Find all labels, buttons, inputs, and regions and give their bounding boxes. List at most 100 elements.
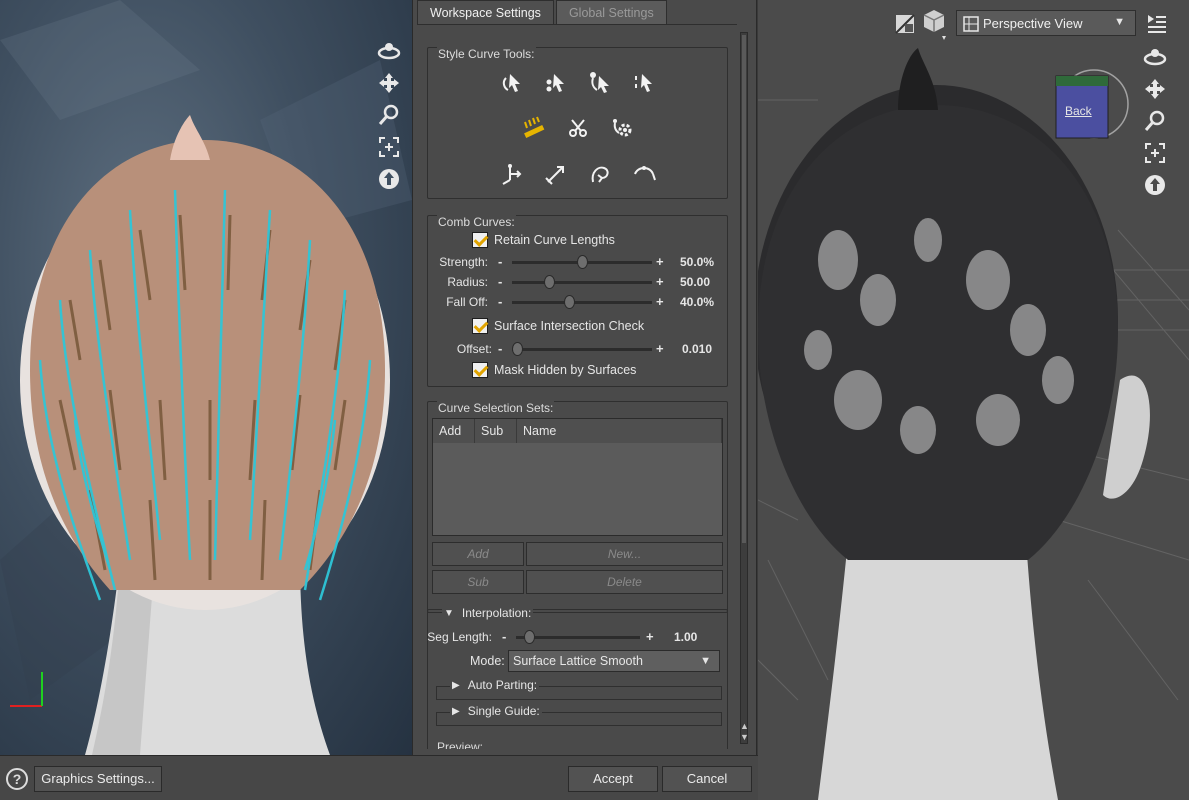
reset-view-icon[interactable] <box>1142 172 1168 198</box>
left-viewport[interactable] <box>0 0 412 755</box>
right-viewport[interactable]: Back Perspective View ▼ <box>758 0 1189 800</box>
move-point-icon[interactable] <box>498 160 526 188</box>
strength-knob[interactable] <box>576 255 588 269</box>
tab-workspace-settings[interactable]: Workspace Settings <box>417 0 554 24</box>
falloff-slider-row: Fall Off: - + 40.0% <box>428 293 729 311</box>
mask-hidden-checkbox[interactable] <box>472 362 488 378</box>
expand-arrow-icon: ▶ <box>452 705 460 717</box>
selection-sets-title: Curve Selection Sets: <box>437 401 555 415</box>
select-tip-icon[interactable] <box>630 68 658 96</box>
offset-decrease[interactable]: - <box>498 341 502 356</box>
seg-length-knob[interactable] <box>523 630 535 644</box>
seg-length-decrease[interactable]: - <box>502 629 506 644</box>
single-guide-header[interactable]: ▶ Single Guide: <box>450 704 542 718</box>
falloff-track[interactable] <box>512 301 652 304</box>
orbit-icon[interactable] <box>376 38 402 64</box>
pan-icon[interactable] <box>1142 76 1168 102</box>
gear-settings-icon[interactable] <box>608 114 636 142</box>
view-cube-face[interactable]: Back <box>1065 104 1092 118</box>
col-sub[interactable]: Sub <box>475 419 517 443</box>
select-root-icon[interactable] <box>586 68 614 96</box>
frame-icon[interactable] <box>1142 140 1168 166</box>
frame-icon[interactable] <box>376 134 402 160</box>
seg-length-increase[interactable]: + <box>646 629 654 644</box>
surface-check-label: Surface Intersection Check <box>494 319 645 333</box>
mode-value: Surface Lattice Smooth <box>513 654 643 668</box>
falloff-decrease[interactable]: - <box>498 294 502 309</box>
curl-icon[interactable] <box>586 160 614 188</box>
delete-set-button[interactable]: Delete <box>526 570 723 594</box>
graphics-settings-button[interactable]: Graphics Settings... <box>34 766 162 792</box>
select-point-icon[interactable] <box>542 68 570 96</box>
view-mode-label: Perspective View <box>983 15 1083 31</box>
interpolation-header[interactable]: ▼ Interpolation: <box>442 606 534 620</box>
add-set-button[interactable]: Add <box>432 542 524 566</box>
sub-set-button[interactable]: Sub <box>432 570 524 594</box>
view-mode-select[interactable]: Perspective View ▼ <box>956 10 1136 36</box>
chevron-down-icon: ▼ <box>700 655 711 667</box>
reset-view-icon[interactable] <box>376 166 402 192</box>
extend-icon[interactable] <box>542 160 570 188</box>
offset-track[interactable] <box>512 348 652 351</box>
radius-knob[interactable] <box>544 275 556 289</box>
hair-preview-left <box>0 0 412 755</box>
radius-track[interactable] <box>512 281 652 284</box>
orbit-icon[interactable] <box>1142 44 1168 70</box>
cancel-button[interactable]: Cancel <box>662 766 752 792</box>
pan-icon[interactable] <box>376 70 402 96</box>
zoom-icon[interactable] <box>376 102 402 128</box>
mask-hidden-label: Mask Hidden by Surfaces <box>494 363 637 377</box>
zoom-icon[interactable] <box>1142 108 1168 134</box>
offset-increase[interactable]: + <box>656 341 664 356</box>
mask-hidden-row[interactable]: Mask Hidden by Surfaces <box>472 362 636 378</box>
col-add[interactable]: Add <box>433 419 475 443</box>
retain-lengths-label: Retain Curve Lengths <box>494 233 615 247</box>
offset-slider-row: Offset: - + 0.010 <box>428 340 729 358</box>
radius-decrease[interactable]: - <box>498 274 502 289</box>
help-icon[interactable]: ? <box>6 768 28 790</box>
select-curve-icon[interactable] <box>498 68 526 96</box>
viewport-menu-icon[interactable] <box>1146 12 1168 37</box>
selection-sets-table[interactable]: Add Sub Name <box>432 418 723 536</box>
auto-parting-title: Auto Parting: <box>467 678 538 692</box>
dialog-button-bar: ? Graphics Settings... Accept Cancel <box>0 755 758 800</box>
auto-parting-header[interactable]: ▶ Auto Parting: <box>450 678 540 692</box>
new-set-button[interactable]: New... <box>526 542 723 566</box>
mode-label: Mode: <box>470 654 505 668</box>
dialog-scrollbar[interactable]: ▲ ▼ <box>740 32 749 744</box>
interpolation-title: Interpolation: <box>461 606 532 620</box>
scissors-icon[interactable] <box>564 114 592 142</box>
seg-length-slider-row: Seg Length: - + 1.00 <box>427 628 729 646</box>
seg-length-label: Seg Length: <box>427 630 492 644</box>
surface-check-row[interactable]: Surface Intersection Check <box>472 318 644 334</box>
radius-label: Radius: <box>447 275 488 289</box>
surface-check-checkbox[interactable] <box>472 318 488 334</box>
strength-decrease[interactable]: - <box>498 254 502 269</box>
falloff-label: Fall Off: <box>446 295 488 309</box>
mode-select[interactable]: Surface Lattice Smooth ▼ <box>508 650 720 672</box>
comb-icon[interactable] <box>520 114 548 142</box>
offset-knob[interactable] <box>512 342 523 356</box>
col-name[interactable]: Name <box>517 419 722 443</box>
collapse-arrow-icon: ▼ <box>444 607 454 619</box>
radius-value: 50.00 <box>680 275 711 289</box>
render-toggle-icon[interactable] <box>895 14 915 37</box>
scroll-arrows-icon[interactable]: ▲ ▼ <box>740 721 749 743</box>
accept-button[interactable]: Accept <box>568 766 658 792</box>
left-nav-tools <box>376 38 402 192</box>
falloff-increase[interactable]: + <box>656 294 664 309</box>
tab-global-settings[interactable]: Global Settings <box>555 0 667 24</box>
strength-value: 50.0% <box>680 255 715 269</box>
scrollbar-thumb[interactable] <box>742 35 746 543</box>
arc-icon[interactable] <box>630 160 658 188</box>
falloff-knob[interactable] <box>563 295 575 309</box>
retain-lengths-row[interactable]: Retain Curve Lengths <box>472 232 615 248</box>
seg-length-value: 1.00 <box>674 630 698 644</box>
retain-lengths-checkbox[interactable] <box>472 232 488 248</box>
strength-increase[interactable]: + <box>656 254 664 269</box>
preview-title: Preview: <box>437 740 484 749</box>
draw-style-icon[interactable] <box>922 8 950 45</box>
radius-increase[interactable]: + <box>656 274 664 289</box>
style-curve-tools-group: Style Curve Tools: <box>427 47 728 199</box>
layout-grid-icon <box>963 16 979 32</box>
